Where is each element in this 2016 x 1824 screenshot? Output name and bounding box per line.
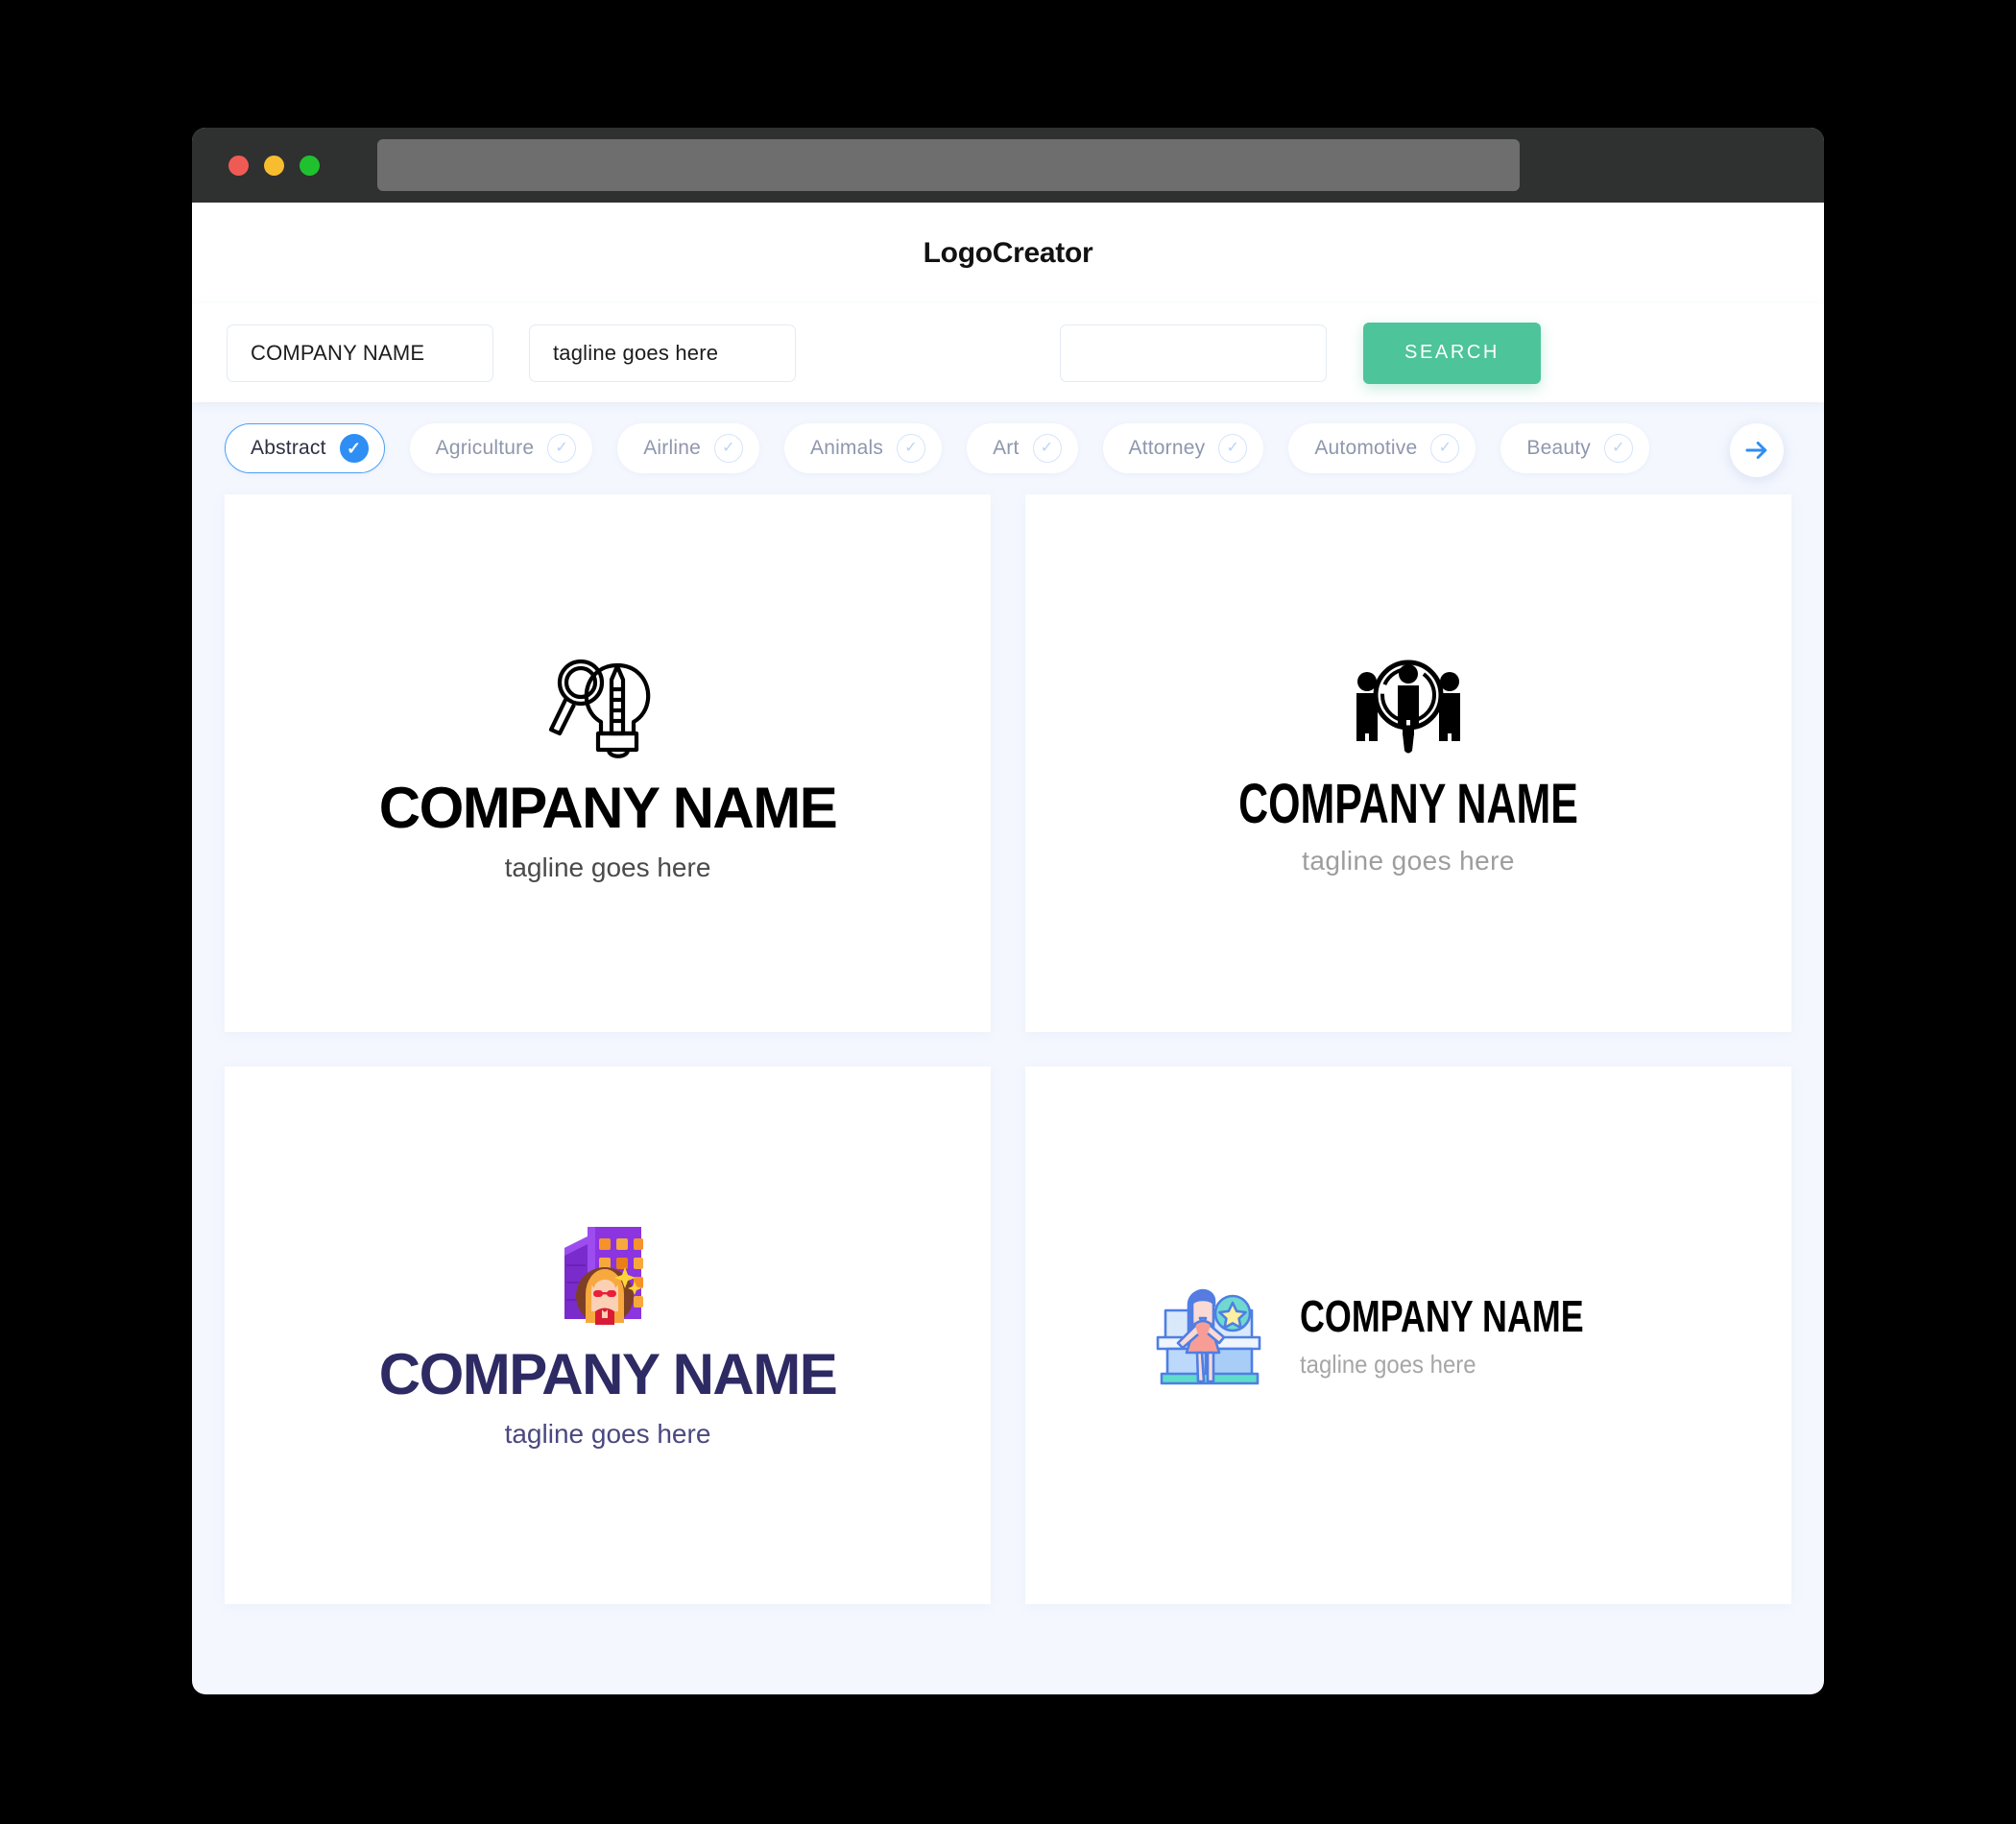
category-chip-label: Automotive	[1314, 437, 1418, 459]
check-circle-icon: ✓	[1603, 434, 1633, 463]
next-categories-button[interactable]	[1730, 423, 1784, 477]
tagline-input[interactable]: tagline goes here	[529, 324, 796, 382]
browser-chrome	[192, 128, 1824, 203]
logo-tagline: tagline goes here	[504, 1419, 711, 1449]
people-magnifier-icon	[1179, 653, 1638, 754]
check-circle-icon: ✓	[713, 434, 743, 463]
check-circle-icon: ✓	[1218, 434, 1248, 463]
logo-company-name: COMPANY NAME	[378, 1342, 838, 1406]
category-chip-automotive[interactable]: Automotive ✓	[1288, 423, 1476, 473]
category-chip-label: Abstract	[251, 437, 326, 459]
check-circle-icon: ✓	[897, 434, 926, 463]
browser-window: LogoCreator COMPANY NAME tagline goes he…	[192, 128, 1824, 1694]
building-woman-avatar-icon	[379, 1223, 836, 1327]
close-window-button[interactable]	[228, 155, 249, 176]
logo-result-card[interactable]: COMPANY NAME tagline goes here	[1025, 1067, 1791, 1604]
category-chip-airline[interactable]: Airline ✓	[617, 423, 759, 473]
logo-tagline: tagline goes here	[1300, 1350, 1476, 1379]
category-chip-art[interactable]: Art ✓	[967, 423, 1078, 473]
logo-tagline: tagline goes here	[1302, 845, 1515, 876]
category-chip-label: Airline	[643, 437, 701, 459]
minimize-window-button[interactable]	[264, 155, 284, 176]
category-chip-animals[interactable]: Animals ✓	[783, 423, 943, 473]
logo-company-name: COMPANY NAME	[378, 776, 838, 840]
search-bar: COMPANY NAME tagline goes here SEARCH	[192, 303, 1824, 402]
logo-company-name: COMPANY NAME	[1238, 772, 1578, 835]
arrow-right-icon	[1745, 442, 1767, 459]
url-bar[interactable]	[377, 139, 1520, 191]
category-chip-label: Agriculture	[435, 437, 535, 459]
lightbulb-magnifier-pencil-icon	[379, 645, 836, 758]
category-chip-label: Animals	[809, 437, 884, 459]
check-circle-icon: ✓	[1032, 434, 1062, 463]
logo-results-grid: COMPANY NAME tagline goes here COMPANY N…	[192, 494, 1824, 1604]
logo-tagline: tagline goes here	[504, 852, 711, 882]
category-chip-attorney[interactable]: Attorney ✓	[1102, 423, 1264, 473]
page-title: LogoCreator	[923, 236, 1093, 269]
category-chip-agriculture[interactable]: Agriculture ✓	[409, 423, 593, 473]
check-circle-icon: ✓	[339, 434, 369, 463]
logo-result-card[interactable]: COMPANY NAME tagline goes here	[225, 494, 991, 1032]
traffic-lights	[228, 155, 320, 176]
category-chip-label: Art	[993, 437, 1020, 459]
category-chip-label: Attorney	[1128, 437, 1206, 459]
category-chip-abstract[interactable]: Abstract ✓	[225, 423, 385, 473]
logo-company-name: COMPANY NAME	[1300, 1291, 1585, 1341]
check-circle-icon: ✓	[547, 434, 577, 463]
app-header: LogoCreator	[192, 203, 1824, 303]
boutique-storefront-woman-icon	[1152, 1282, 1265, 1389]
logo-result-card[interactable]: COMPANY NAME tagline goes here	[225, 1067, 991, 1604]
category-chip-label: Beauty	[1526, 437, 1591, 459]
maximize-window-button[interactable]	[300, 155, 320, 176]
check-circle-icon: ✓	[1430, 434, 1460, 463]
category-chip-beauty[interactable]: Beauty ✓	[1500, 423, 1649, 473]
company-name-input[interactable]: COMPANY NAME	[227, 324, 493, 382]
keyword-input[interactable]	[1060, 324, 1327, 382]
category-filter-row: Abstract ✓ Agriculture ✓ Airline ✓ Anima…	[192, 402, 1824, 494]
logo-result-card[interactable]: COMPANY NAME tagline goes here	[1025, 494, 1791, 1032]
search-button[interactable]: SEARCH	[1363, 322, 1541, 384]
